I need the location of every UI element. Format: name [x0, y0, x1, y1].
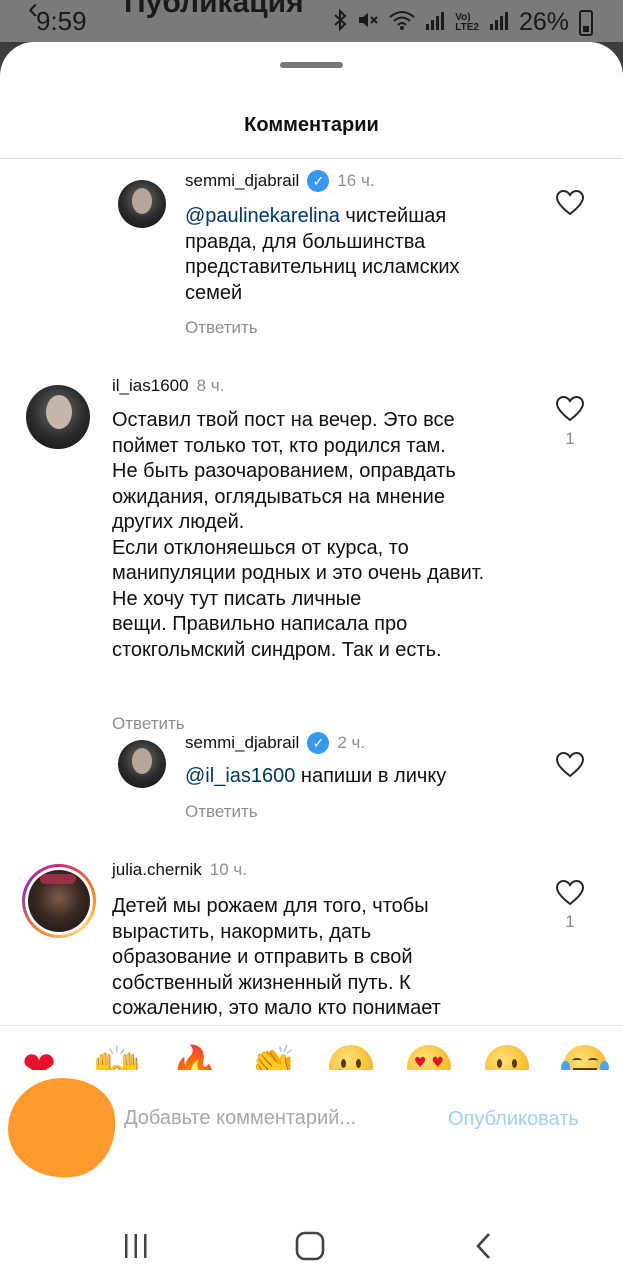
sheet-title: Комментарии	[244, 114, 379, 136]
comment-input[interactable]	[124, 1100, 424, 1136]
timestamp: 2 ч.	[337, 733, 366, 752]
system-nav-bar	[0, 1212, 623, 1280]
publish-button[interactable]: Опубликовать	[448, 1108, 579, 1131]
comment-meta: semmi_djabrail ✓ 2 ч.	[185, 732, 365, 754]
reply-button[interactable]: Ответить	[185, 802, 258, 822]
comments-sheet: Комментарии semmi_djabrail ✓ 16 ч. @paul…	[0, 42, 623, 1280]
divider	[0, 158, 623, 159]
timestamp: 16 ч.	[337, 171, 375, 190]
bluetooth-icon	[333, 8, 347, 37]
verified-badge-icon: ✓	[307, 170, 330, 192]
drag-handle[interactable]	[280, 62, 343, 68]
like-count: 1	[565, 429, 575, 448]
avatar[interactable]	[26, 385, 90, 449]
comment-text: Детей мы рожаем для того, чтобы вырастит…	[112, 895, 441, 1019]
status-icons: Vo) LTE2 26%	[333, 8, 593, 37]
avatar[interactable]	[118, 740, 166, 788]
username[interactable]: semmi_djabrail	[185, 733, 299, 753]
comment-meta: julia.chernik 10 ч.	[112, 860, 247, 880]
battery-icon	[579, 9, 593, 36]
status-bar: ‹ Публикация 9:59 Vo) LTE2 26%	[0, 0, 623, 42]
verified-badge-icon: ✓	[307, 732, 330, 754]
avatar[interactable]	[118, 180, 166, 228]
like-heart-icon[interactable]	[555, 878, 585, 908]
username[interactable]: julia.chernik	[112, 860, 202, 880]
comment-meta: il_ias1600 8 ч.	[112, 376, 224, 396]
like-heart-icon[interactable]	[555, 750, 585, 780]
comment-text: @paulinekarelina чистейшая правда, для б…	[185, 205, 460, 304]
username[interactable]: il_ias1600	[112, 376, 189, 396]
back-icon[interactable]	[464, 1226, 504, 1266]
comment-meta: semmi_djabrail ✓ 16 ч.	[185, 170, 375, 192]
comment-composer: Опубликовать	[0, 1070, 623, 1186]
reply-button[interactable]: Ответить	[185, 318, 258, 338]
comment-text: @il_ias1600 напиши в личку	[185, 765, 447, 787]
status-time: 9:59	[36, 6, 87, 36]
signal-icon	[489, 10, 509, 36]
comment-text: Оставил твой пост на вечер. Это все пойм…	[112, 409, 485, 661]
mute-icon	[357, 10, 379, 36]
my-avatar	[1, 1070, 123, 1186]
page-title: Публикация	[124, 0, 304, 19]
timestamp: 10 ч.	[209, 860, 247, 879]
like-heart-icon[interactable]	[555, 394, 585, 424]
volte-icon: Vo) LTE2	[455, 11, 479, 33]
like-heart-icon[interactable]	[555, 188, 585, 218]
like-count: 1	[565, 912, 575, 931]
recent-apps-icon[interactable]	[116, 1226, 156, 1266]
reply-button[interactable]: Ответить	[112, 714, 185, 734]
username[interactable]: semmi_djabrail	[185, 171, 299, 191]
battery-percent: 26%	[518, 8, 569, 36]
mention-link[interactable]: @il_ias1600	[185, 765, 295, 787]
timestamp: 8 ч.	[196, 376, 225, 395]
avatar-story-ring[interactable]	[22, 864, 96, 938]
wifi-icon	[389, 10, 415, 36]
signal-icon	[425, 10, 445, 36]
mention-link[interactable]: @paulinekarelina	[185, 205, 340, 227]
home-icon[interactable]	[290, 1226, 330, 1266]
avatar	[28, 870, 90, 932]
